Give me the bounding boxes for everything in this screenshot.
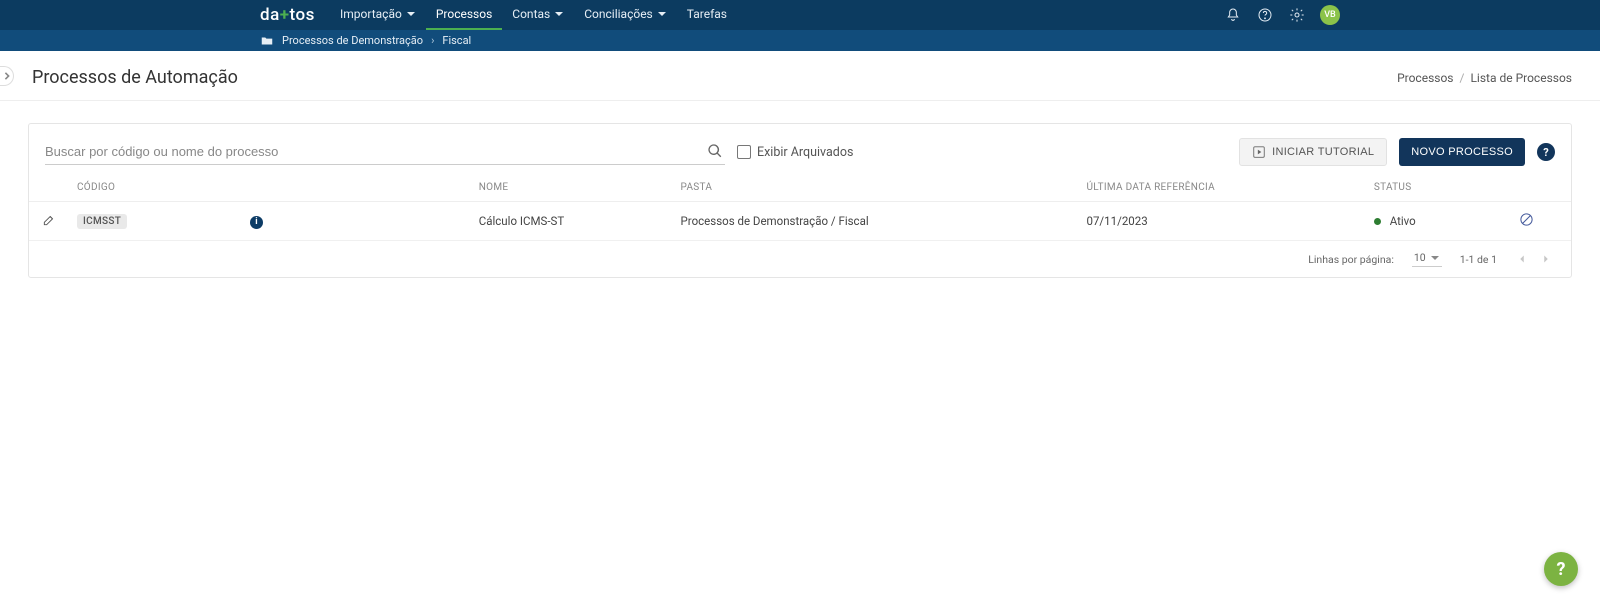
help-icon[interactable] xyxy=(1256,6,1274,24)
chevron-down-icon xyxy=(554,9,564,19)
status-dot-icon xyxy=(1374,218,1381,225)
block-icon[interactable] xyxy=(1519,216,1534,230)
context-help-button[interactable]: ? xyxy=(1537,143,1555,161)
expand-sidebar-handle[interactable] xyxy=(0,66,14,86)
button-label: Iniciar Tutorial xyxy=(1272,146,1374,158)
user-avatar[interactable]: VB xyxy=(1320,5,1340,25)
search-input[interactable] xyxy=(45,140,725,163)
info-icon[interactable]: i xyxy=(250,216,263,229)
page-title: Processos de Automação xyxy=(32,67,238,88)
chevron-down-icon xyxy=(1430,253,1440,263)
breadcrumb-root[interactable]: Processos xyxy=(1397,71,1453,85)
page-header: Processos de Automação Processos / Lista… xyxy=(0,51,1600,101)
nav-processos[interactable]: Processos xyxy=(426,0,502,30)
cell-ultima: 07/11/2023 xyxy=(1079,202,1366,241)
nav-label: Tarefas xyxy=(687,7,727,21)
pagination-range: 1-1 de 1 xyxy=(1460,253,1497,266)
code-chip: ICMSST xyxy=(77,214,127,229)
brand-part-left: da xyxy=(260,5,280,25)
breadcrumb-leaf[interactable]: Lista de Processos xyxy=(1470,71,1572,85)
card-toolbar: Exibir Arquivados Iniciar Tutorial Novo … xyxy=(29,124,1571,172)
folder-root[interactable]: Processos de Demonstração xyxy=(282,34,423,47)
separator-icon: / xyxy=(1460,71,1465,85)
top-navbar: da+tos Importação Processos Contas Conci… xyxy=(0,0,1600,30)
th-codigo: Código xyxy=(69,172,471,202)
prev-page-icon[interactable] xyxy=(1515,252,1529,266)
help-fab[interactable]: ? xyxy=(1544,552,1578,586)
cell-status: Ativo xyxy=(1390,214,1416,228)
checkbox-icon xyxy=(737,145,751,159)
show-archived-toggle[interactable]: Exibir Arquivados xyxy=(737,145,853,160)
folder-icon xyxy=(260,34,274,48)
th-pasta: Pasta xyxy=(673,172,1079,202)
th-nome: Nome xyxy=(471,172,673,202)
cell-pasta: Processos de Demonstração / Fiscal xyxy=(673,202,1079,241)
th-ultima: Última Data Referência xyxy=(1079,172,1366,202)
settings-icon[interactable] xyxy=(1288,6,1306,24)
chevron-down-icon xyxy=(406,9,416,19)
search-icon xyxy=(707,143,723,159)
edit-icon[interactable] xyxy=(42,216,56,230)
rows-value: 10 xyxy=(1414,251,1426,264)
folder-leaf[interactable]: Fiscal xyxy=(442,34,471,47)
show-archived-label: Exibir Arquivados xyxy=(757,145,853,160)
nav-label: Contas xyxy=(512,7,550,21)
brand-logo: da+tos xyxy=(260,0,315,30)
nav-label: Conciliações xyxy=(584,7,653,21)
th-status: Status xyxy=(1366,172,1481,202)
chevron-down-icon xyxy=(657,9,667,19)
new-process-button[interactable]: Novo Processo xyxy=(1399,138,1525,166)
content-area: Exibir Arquivados Iniciar Tutorial Novo … xyxy=(0,101,1600,300)
button-label: Novo Processo xyxy=(1411,146,1513,158)
brand-part-right: tos xyxy=(290,5,315,25)
separator-icon: › xyxy=(431,34,434,47)
rows-per-page-select[interactable]: 10 xyxy=(1412,251,1442,267)
breadcrumb: Processos / Lista de Processos xyxy=(1397,71,1572,85)
nav-tarefas[interactable]: Tarefas xyxy=(677,0,737,30)
nav-items: Importação Processos Contas Conciliações… xyxy=(330,0,737,30)
folder-breadcrumb-bar: Processos de Demonstração › Fiscal xyxy=(0,30,1600,51)
table-row[interactable]: ICMSST i Cálculo ICMS-ST Processos de De… xyxy=(29,202,1571,241)
nav-importacao[interactable]: Importação xyxy=(330,0,426,30)
start-tutorial-button[interactable]: Iniciar Tutorial xyxy=(1239,138,1387,166)
play-box-icon xyxy=(1252,145,1266,159)
processes-card: Exibir Arquivados Iniciar Tutorial Novo … xyxy=(28,123,1572,278)
brand-plus: + xyxy=(280,5,290,25)
processes-table: Código Nome Pasta Última Data Referência… xyxy=(29,172,1571,241)
topbar-actions: VB xyxy=(1224,0,1340,30)
nav-label: Processos xyxy=(436,7,492,21)
nav-label: Importação xyxy=(340,7,402,21)
next-page-icon[interactable] xyxy=(1539,252,1553,266)
nav-conciliacoes[interactable]: Conciliações xyxy=(574,0,677,30)
notifications-icon[interactable] xyxy=(1224,6,1242,24)
pagination: Linhas por página: 10 1-1 de 1 xyxy=(29,241,1571,277)
nav-contas[interactable]: Contas xyxy=(502,0,574,30)
cell-nome: Cálculo ICMS-ST xyxy=(471,202,673,241)
search-field[interactable] xyxy=(45,139,725,165)
avatar-initials: VB xyxy=(1324,10,1336,20)
rows-per-page-label: Linhas por página: xyxy=(1308,253,1394,266)
